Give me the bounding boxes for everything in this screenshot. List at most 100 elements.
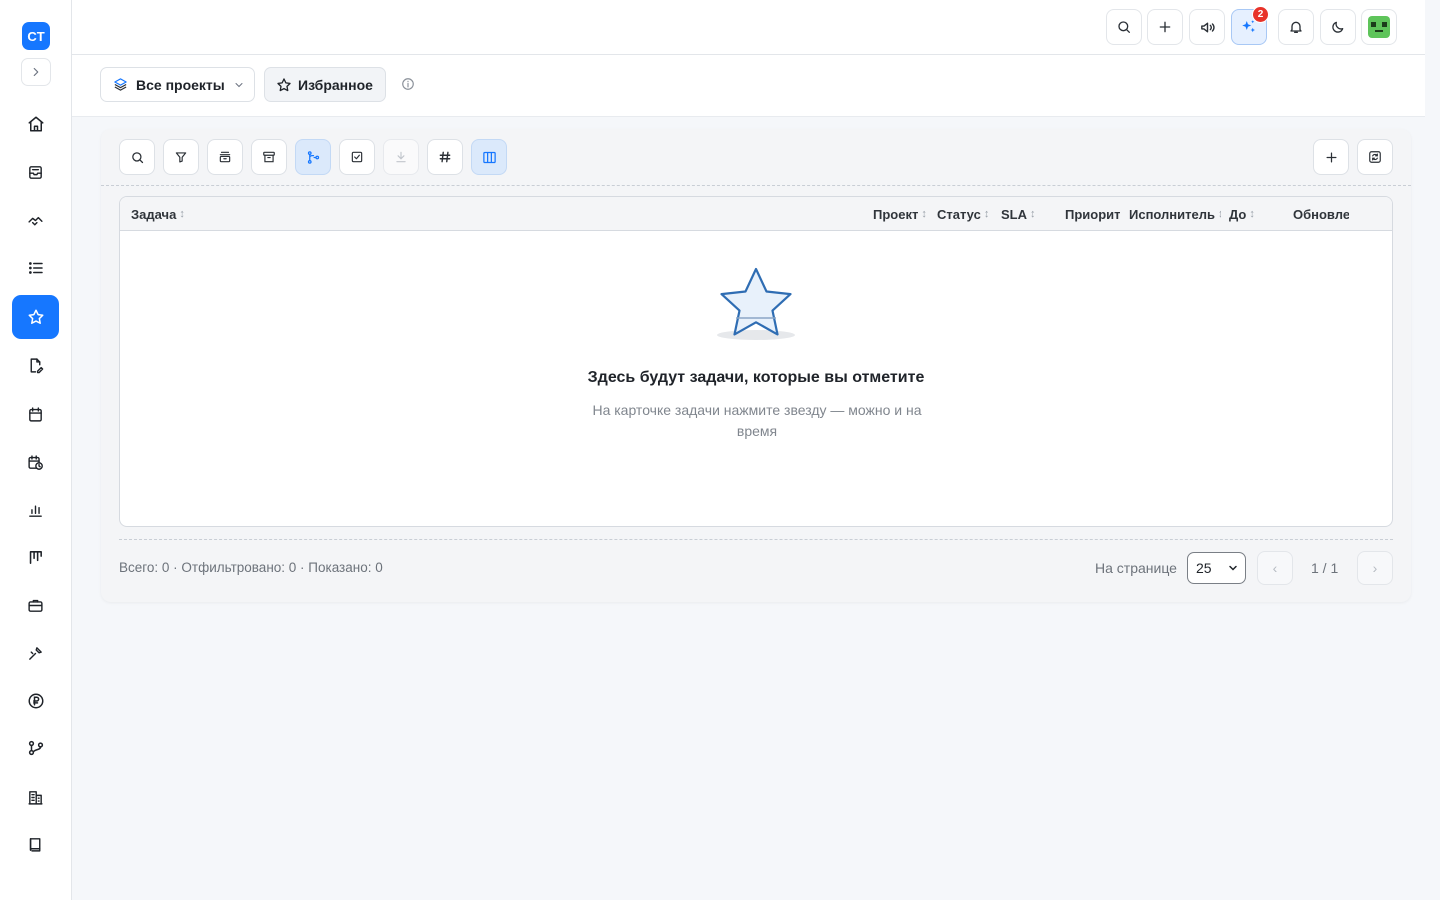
sidebar-item-deals[interactable] xyxy=(12,198,59,242)
prev-page-button[interactable]: ‹ xyxy=(1257,551,1293,585)
sidebar-item-reports[interactable] xyxy=(12,488,59,532)
group-button[interactable] xyxy=(207,139,243,175)
per-page-label: На странице xyxy=(1095,560,1177,576)
user-avatar-button[interactable] xyxy=(1361,9,1397,45)
column-header-priority[interactable]: Приорит xyxy=(1065,197,1120,231)
ruble-icon xyxy=(28,693,43,709)
next-page-button[interactable]: › xyxy=(1357,551,1393,585)
theme-toggle-button[interactable] xyxy=(1320,9,1356,45)
sidebar-item-home[interactable] xyxy=(12,102,59,146)
column-header-due[interactable]: До ↕ xyxy=(1229,197,1289,231)
top-bar: 2 xyxy=(72,0,1425,55)
sidebar-item-finance[interactable] xyxy=(12,679,59,723)
table-summary: Всего: 0 · Отфильтровано: 0 · Показано: … xyxy=(119,560,383,575)
sort-icon: ↕ xyxy=(1218,208,1221,220)
chevron-down-icon xyxy=(235,82,243,87)
list-icon xyxy=(28,262,43,274)
archive-icon xyxy=(263,151,275,163)
tools-icon xyxy=(29,646,42,660)
column-header-status[interactable]: Статус ↕ xyxy=(937,197,997,231)
columns-button[interactable] xyxy=(471,139,507,175)
sidebar-item-inbox[interactable] xyxy=(12,150,59,194)
per-page-value: 25 xyxy=(1196,560,1212,576)
announcements-button[interactable] xyxy=(1189,9,1225,45)
git-branch-icon xyxy=(307,150,319,164)
app-logo[interactable]: CT xyxy=(22,22,50,50)
column-header-assignee[interactable]: Исполнитель↕ xyxy=(1129,197,1221,231)
sidebar-expand-button[interactable] xyxy=(21,58,51,86)
column-label: Обновле xyxy=(1293,206,1349,222)
create-button[interactable] xyxy=(1147,9,1183,45)
column-label: До xyxy=(1229,206,1247,222)
favorites-info-button[interactable] xyxy=(401,77,415,91)
plus-icon xyxy=(1159,21,1171,33)
ai-assistant-button[interactable]: 2 xyxy=(1231,6,1269,45)
sidebar-item-portfolio[interactable] xyxy=(12,583,59,627)
sidebar-item-favorites[interactable] xyxy=(12,295,59,339)
moon-icon xyxy=(1332,21,1344,33)
favorites-filter-button[interactable]: Избранное xyxy=(264,67,386,102)
document-edit-icon xyxy=(30,357,44,373)
per-page-select[interactable]: 25 xyxy=(1187,552,1246,584)
search-icon xyxy=(1118,21,1130,33)
bell-icon xyxy=(1290,21,1302,33)
sidebar-item-workflow[interactable] xyxy=(12,726,59,770)
book-icon xyxy=(29,837,41,852)
announce-icon xyxy=(1200,22,1215,32)
sidebar: CT xyxy=(0,0,72,900)
notifications-button[interactable] xyxy=(1278,9,1314,45)
add-task-button[interactable] xyxy=(1313,139,1349,175)
column-label: Статус xyxy=(937,206,981,222)
sidebar-item-kanban[interactable] xyxy=(12,535,59,579)
inbox-icon xyxy=(29,165,42,179)
plus-icon xyxy=(1326,152,1336,162)
sort-icon: ↕ xyxy=(983,208,990,220)
subtasks-toggle-button[interactable] xyxy=(295,139,331,175)
projects-dropdown-label: Все проекты xyxy=(136,76,225,93)
global-search-button[interactable] xyxy=(1106,9,1142,45)
refresh-button[interactable] xyxy=(1357,139,1393,175)
star-outline-icon xyxy=(277,77,291,91)
bar-chart-icon xyxy=(29,505,42,517)
sidebar-item-tasks[interactable] xyxy=(12,246,59,290)
download-icon xyxy=(396,151,406,163)
toolbar-divider xyxy=(101,185,1411,186)
checkbox-icon xyxy=(351,151,363,163)
chevron-right-icon xyxy=(33,67,39,77)
table-header: Задача ↕ Проект ↕ Статус ↕ SLA ↕ Приорит Исп… xyxy=(120,197,1392,231)
empty-star-illustration xyxy=(717,267,795,340)
refresh-icon xyxy=(1369,151,1381,163)
sidebar-item-documents[interactable] xyxy=(12,343,59,387)
page-indicator: 1 / 1 xyxy=(1311,560,1339,576)
table-search-button[interactable] xyxy=(119,139,155,175)
select-tasks-button[interactable] xyxy=(339,139,375,175)
next-page-icon: › xyxy=(1372,560,1378,576)
projects-dropdown[interactable]: Все проекты xyxy=(100,67,255,102)
column-header-task[interactable]: Задача ↕ xyxy=(131,197,211,231)
sidebar-item-knowledge-base[interactable] xyxy=(12,822,59,866)
columns-icon xyxy=(482,151,496,163)
sidebar-item-company[interactable] xyxy=(12,775,59,819)
archive-button[interactable] xyxy=(251,139,287,175)
building-icon xyxy=(28,790,43,805)
favorites-filter-label: Избранное xyxy=(298,76,373,93)
column-header-updated[interactable]: Обновле xyxy=(1293,197,1349,231)
sort-icon: ↕ xyxy=(1030,208,1036,220)
column-header-sla[interactable]: SLA ↕ xyxy=(1001,197,1061,231)
star-icon xyxy=(28,309,43,324)
info-icon xyxy=(402,78,414,90)
sidebar-item-calendar[interactable] xyxy=(12,392,59,436)
home-icon xyxy=(28,116,43,132)
layers-icon xyxy=(114,78,127,91)
column-header-project[interactable]: Проект ↕ xyxy=(873,197,933,231)
sidebar-item-tools[interactable] xyxy=(12,631,59,675)
filter-bar: Все проекты Избранное xyxy=(72,55,1425,117)
git-branch-icon xyxy=(28,740,43,756)
ai-notification-badge: 2 xyxy=(1252,6,1269,23)
sort-icon: ↕ xyxy=(921,208,927,220)
calendar-clock-icon xyxy=(28,454,43,470)
export-button[interactable] xyxy=(383,139,419,175)
sidebar-item-schedule[interactable] xyxy=(12,440,59,484)
filter-button[interactable] xyxy=(163,139,199,175)
numbering-button[interactable] xyxy=(427,139,463,175)
